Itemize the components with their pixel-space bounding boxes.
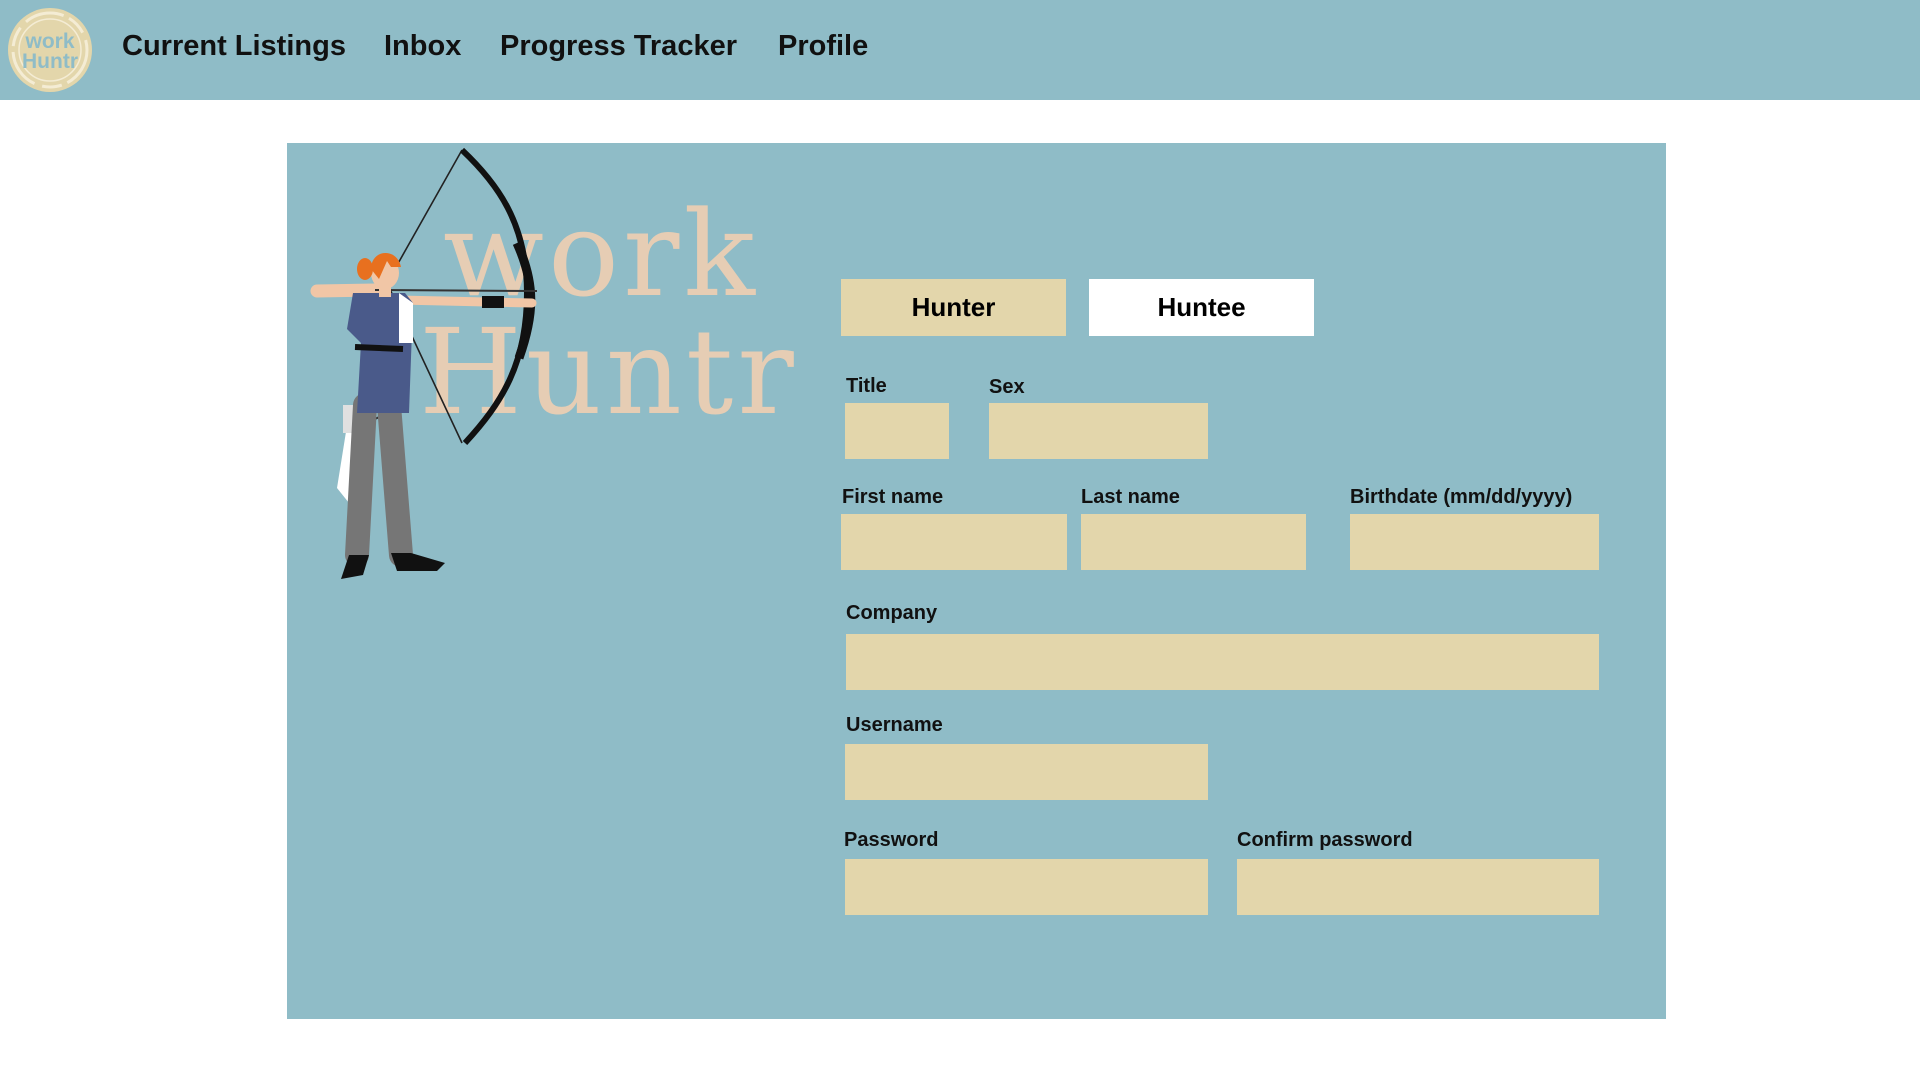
last-name-input[interactable]	[1081, 514, 1306, 570]
signup-card: work Huntr Hunter Huntee Title Sex First…	[287, 143, 1666, 1019]
birthdate-label: Birthdate (mm/dd/yyyy)	[1350, 486, 1573, 508]
arrow	[374, 289, 538, 292]
quiver-strap	[343, 405, 353, 433]
password-input[interactable]	[845, 859, 1208, 915]
password-label: Password	[844, 829, 939, 851]
role-hunter-button[interactable]: Hunter	[841, 279, 1066, 336]
company-label: Company	[846, 602, 938, 624]
archer-left-leg	[345, 393, 377, 567]
confirm-password-input[interactable]	[1237, 859, 1599, 915]
username-input[interactable]	[845, 744, 1208, 800]
nav-link-progress-tracker[interactable]: Progress Tracker	[500, 30, 737, 63]
archer-ponytail	[357, 258, 373, 280]
archer-right-shoe	[391, 553, 445, 571]
archer-armguard	[482, 296, 504, 308]
sex-label: Sex	[989, 376, 1025, 398]
top-navbar: work Huntr Current Listings Inbox Progre…	[0, 0, 1920, 100]
archer-illustration	[310, 147, 538, 579]
archer-front-arm	[394, 295, 537, 308]
title-label: Title	[846, 375, 887, 397]
first-name-label: First name	[842, 486, 944, 508]
role-huntee-button[interactable]: Huntee	[1089, 279, 1314, 336]
sex-input[interactable]	[989, 403, 1208, 459]
archer-back-arm	[310, 283, 382, 298]
archer-left-shoe	[341, 555, 369, 579]
first-name-input[interactable]	[841, 514, 1067, 570]
last-name-label: Last name	[1081, 486, 1180, 508]
logo-icon[interactable]: work Huntr	[6, 6, 94, 94]
company-input[interactable]	[846, 634, 1599, 690]
nav-link-inbox[interactable]: Inbox	[384, 30, 461, 63]
confirm-password-label: Confirm password	[1237, 829, 1413, 851]
archer-belt	[354, 344, 404, 352]
nav-link-profile[interactable]: Profile	[778, 30, 868, 63]
username-label: Username	[846, 714, 943, 736]
birthdate-input[interactable]	[1350, 514, 1599, 570]
archer-right-leg	[377, 393, 413, 567]
nav-link-current-listings[interactable]: Current Listings	[122, 30, 346, 63]
logo-text-line2: Huntr	[22, 50, 78, 73]
title-input[interactable]	[845, 403, 949, 459]
